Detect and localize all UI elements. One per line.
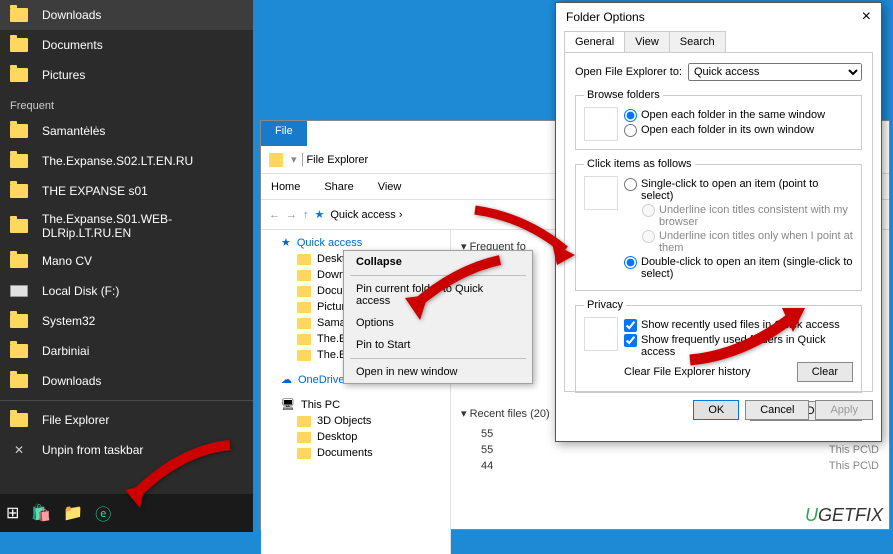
cancel-button[interactable]: Cancel [745, 400, 809, 420]
jumplist-frequent-item[interactable]: Downloads [0, 366, 253, 396]
cursor-icon [584, 176, 618, 210]
clear-button[interactable]: Clear [797, 362, 853, 382]
unpin-icon: ✕ [10, 441, 28, 459]
open-explorer-label: Open File Explorer to: [575, 66, 682, 78]
star-icon: ★ [315, 208, 325, 221]
unpin-from-taskbar[interactable]: ✕Unpin from taskbar [0, 435, 253, 465]
tab-general[interactable]: General [564, 31, 625, 52]
file-explorer-item[interactable]: File Explorer [0, 405, 253, 435]
context-pin-quick-access[interactable]: Pin current folder to Quick access [344, 278, 532, 312]
label: Documents [42, 38, 103, 52]
radio-underline-point: Underline icon titles only when I point … [642, 230, 853, 254]
legend: Click items as follows [584, 158, 695, 170]
context-menu: Collapse Pin current folder to Quick acc… [343, 250, 533, 384]
ribbon-home[interactable]: Home [271, 181, 300, 193]
tab-view[interactable]: View [624, 31, 670, 52]
jumplist-frequent-item[interactable]: Samantėlės [0, 116, 253, 146]
nav-this-pc[interactable]: 🖥 This PC [261, 396, 450, 413]
tab-search[interactable]: Search [669, 31, 726, 52]
radio-same-window[interactable]: Open each folder in the same window [624, 109, 853, 122]
dialog-titlebar[interactable]: Folder Options × [556, 3, 881, 31]
divider [0, 400, 253, 401]
ribbon-share[interactable]: Share [324, 181, 353, 193]
back-icon[interactable]: ← [269, 209, 280, 221]
open-explorer-select[interactable]: Quick access [688, 63, 862, 81]
taskbar[interactable]: ⊞ 🛍️ 📁 ⓔ [0, 494, 253, 532]
store-icon[interactable]: 🛍️ [31, 503, 51, 523]
legend: Browse folders [584, 89, 663, 101]
folder-icon [584, 107, 618, 141]
jumplist-frequent-item[interactable]: Darbiniai [0, 336, 253, 366]
nav-item[interactable]: Desktop [261, 429, 450, 445]
context-pin-start[interactable]: Pin to Start [344, 334, 532, 356]
jumplist-frequent-item[interactable]: Mano CV [0, 246, 253, 276]
jumplist-item-downloads[interactable]: Downloads [0, 0, 253, 30]
ribbon-view[interactable]: View [378, 181, 402, 193]
legend: Privacy [584, 299, 626, 311]
nav-item[interactable]: Documents [261, 445, 450, 461]
dialog-tabs: General View Search [556, 31, 881, 52]
context-collapse[interactable]: Collapse [344, 251, 532, 273]
dialog-panel: Open File Explorer to: Quick access Brow… [564, 52, 873, 392]
check-recent-files[interactable]: Show recently used files in Quick access [624, 319, 853, 332]
context-open-new-window[interactable]: Open in new window [344, 361, 532, 383]
start-icon[interactable]: ⊞ [6, 503, 19, 523]
privacy-icon [584, 317, 618, 351]
click-items-group: Click items as follows Single-click to o… [575, 158, 862, 291]
jumplist-frequent-item[interactable]: Local Disk (F:) [0, 276, 253, 306]
recent-file-row[interactable]: 55This PC\D [461, 442, 879, 458]
close-icon[interactable]: × [862, 8, 871, 26]
folder-icon [269, 153, 283, 167]
ok-button[interactable]: OK [693, 400, 739, 420]
apply-button[interactable]: Apply [815, 400, 873, 420]
context-options[interactable]: Options [344, 312, 532, 334]
frequent-header: Frequent [0, 90, 253, 116]
radio-underline-browser: Underline icon titles consistent with my… [642, 204, 853, 228]
recent-file-row[interactable]: 44This PC\D [461, 458, 879, 474]
divider [350, 275, 526, 276]
check-frequent-folders[interactable]: Show frequently used folders in Quick ac… [624, 334, 853, 358]
clear-history-label: Clear File Explorer history [624, 366, 751, 378]
jumplist-item-documents[interactable]: Documents [0, 30, 253, 60]
file-tab[interactable]: File [261, 121, 307, 146]
jumplist-frequent-item[interactable]: The.Expanse.S01.WEB-DLRip.LT.RU.EN [0, 206, 253, 246]
label: Pictures [42, 68, 85, 82]
forward-icon[interactable]: → [286, 209, 297, 221]
breadcrumb[interactable]: Quick access › [330, 209, 402, 221]
privacy-group: Privacy Show recently used files in Quic… [575, 299, 862, 393]
start-menu-jumplist: Downloads Documents Pictures Frequent Sa… [0, 0, 253, 527]
up-icon[interactable]: ↑ [303, 209, 309, 221]
label: Downloads [42, 8, 101, 22]
radio-own-window[interactable]: Open each folder in its own window [624, 124, 853, 137]
jumplist-frequent-item[interactable]: The.Expanse.S02.LT.EN.RU [0, 146, 253, 176]
radio-single-click[interactable]: Single-click to open an item (point to s… [624, 178, 853, 202]
explorer-icon[interactable]: 📁 [63, 503, 83, 523]
nav-quick-access[interactable]: ★ Quick access [261, 234, 450, 251]
dialog-buttons: OK Cancel Apply [556, 392, 881, 428]
edge-icon[interactable]: ⓔ [95, 501, 111, 525]
radio-double-click[interactable]: Double-click to open an item (single-cli… [624, 256, 853, 280]
browse-folders-group: Browse folders Open each folder in the s… [575, 89, 862, 150]
folder-options-dialog: Folder Options × General View Search Ope… [555, 2, 882, 442]
window-title: File Explorer [306, 154, 368, 166]
watermark: UGETFIX [805, 505, 883, 526]
jumplist-frequent-item[interactable]: System32 [0, 306, 253, 336]
divider [350, 358, 526, 359]
dialog-title: Folder Options [566, 10, 645, 24]
jumplist-frequent-item[interactable]: THE EXPANSE s01 [0, 176, 253, 206]
jumplist-item-pictures[interactable]: Pictures [0, 60, 253, 90]
nav-item[interactable]: 3D Objects [261, 413, 450, 429]
